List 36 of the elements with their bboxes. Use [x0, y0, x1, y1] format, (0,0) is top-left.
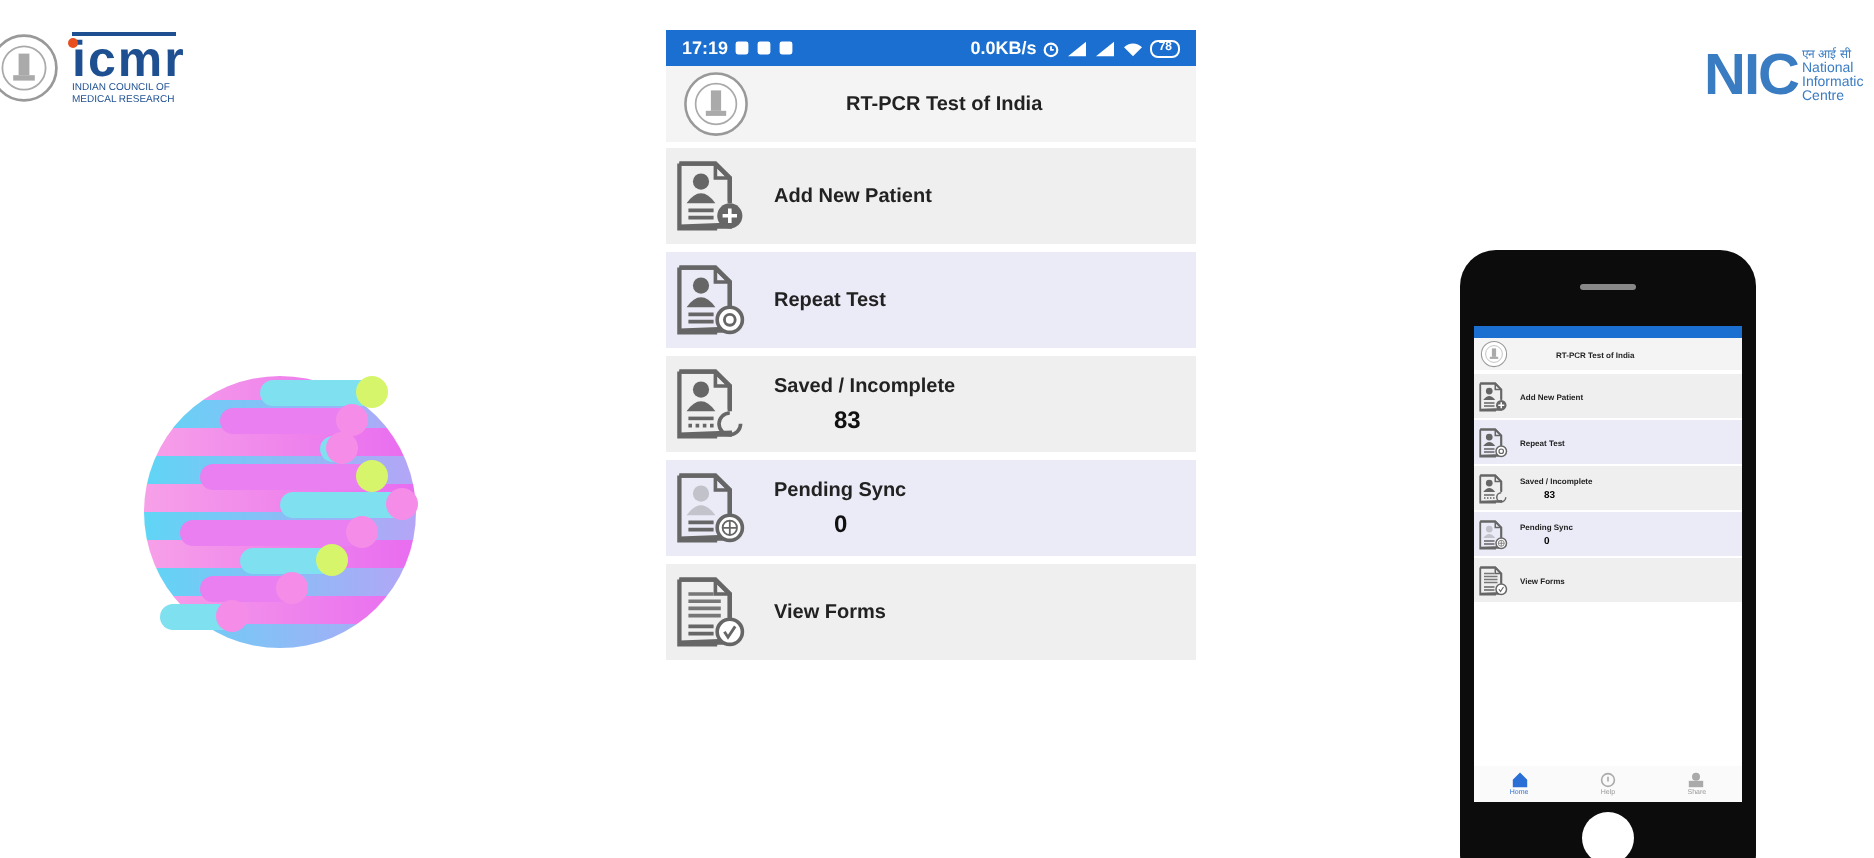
menu-label: Saved / Incomplete — [774, 375, 956, 397]
menu-label: Repeat Test — [774, 289, 886, 311]
status-time: 17:19 — [682, 38, 729, 58]
document-icon — [1478, 381, 1508, 411]
document-icon — [674, 368, 746, 440]
alarm-icon — [1042, 39, 1061, 57]
help-icon — [1599, 772, 1616, 788]
menu-item[interactable]: View Forms — [666, 564, 1196, 660]
item-count: 83 — [834, 405, 861, 433]
document-icon — [1478, 519, 1508, 549]
menu-label: Add New Patient — [774, 185, 932, 207]
logo-wordmark: NIC — [1704, 50, 1798, 102]
document-icon — [1478, 427, 1508, 457]
document-icon — [674, 160, 746, 232]
menu-item[interactable]: Add New Patient — [666, 148, 1196, 244]
menu-label: View Forms — [774, 601, 886, 623]
speaker-slot — [1580, 284, 1636, 290]
app-title: RT-PCR Test of India — [846, 93, 1043, 115]
signal-icon — [1066, 39, 1089, 57]
document-icon — [674, 264, 746, 336]
menu-item[interactable]: Saved / Incomplete 83 — [666, 356, 1196, 452]
document-icon — [1478, 565, 1508, 595]
home-button[interactable] — [1582, 812, 1634, 858]
document-icon — [1478, 473, 1508, 503]
menu-item[interactable]: Repeat Test — [666, 252, 1196, 348]
signal-icon — [1094, 39, 1117, 57]
document-icon — [674, 576, 746, 648]
item-count: 0 — [834, 509, 848, 537]
document-icon — [674, 472, 746, 544]
home-icon — [1511, 772, 1528, 788]
dot-icon — [68, 38, 78, 48]
menu-label: Pending Sync — [774, 479, 907, 501]
menu-item[interactable]: Pending Sync 0 — [666, 460, 1196, 556]
wifi-icon — [1122, 39, 1145, 57]
network-speed: 0.0KB/s — [970, 38, 1037, 58]
share-icon — [1688, 772, 1705, 788]
